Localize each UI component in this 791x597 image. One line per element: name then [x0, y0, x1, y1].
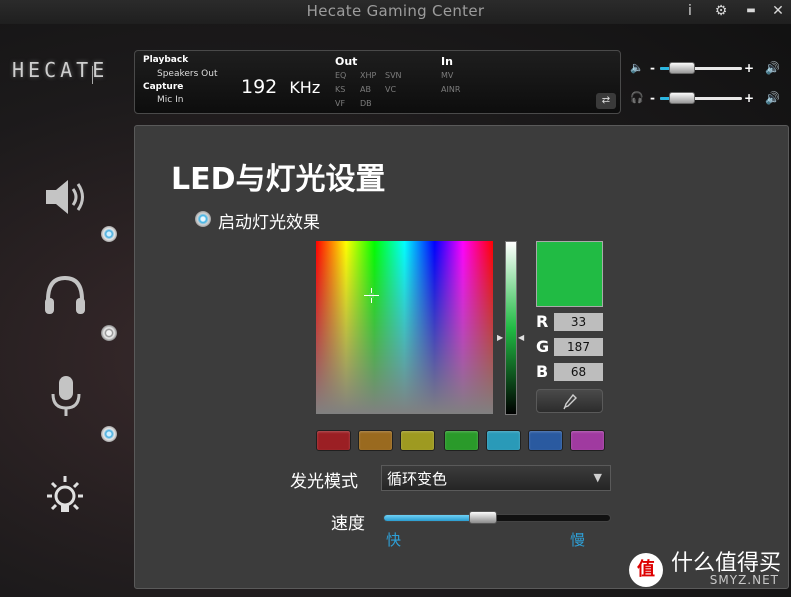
speaker-volume-plus[interactable]: +: [744, 60, 754, 76]
sample-rate-unit: KHz: [289, 78, 321, 97]
speed-slow-label: 慢: [570, 531, 586, 549]
out-title: Out: [335, 55, 358, 68]
close-button[interactable]: ✕: [769, 2, 787, 20]
speaker-icon: [46, 180, 84, 214]
preset-color-orange[interactable]: [358, 430, 393, 451]
out-tag-ab: AB: [360, 85, 371, 94]
green-value-field[interactable]: 187: [554, 338, 603, 356]
sample-rate-value: 192: [241, 76, 278, 98]
playback-label: Playback: [143, 55, 189, 65]
headphone-volume-thumb[interactable]: [669, 92, 696, 104]
luminance-left-arrow-icon: ▶: [497, 333, 504, 342]
headphone-volume-slider[interactable]: [660, 92, 742, 104]
speed-slider-thumb[interactable]: [469, 511, 498, 524]
luminance-right-arrow-icon: ◀: [518, 333, 525, 342]
capture-label: Capture: [143, 82, 184, 92]
speed-label: 速度: [331, 514, 365, 534]
watermark-site: SMYZ.NET: [709, 573, 779, 587]
out-tag-xhp: XHP: [360, 71, 377, 80]
lighting-mode-value: 循环变色: [387, 470, 448, 488]
logo-divider: [92, 66, 93, 84]
headphone-volume-row: 🎧 - + 🔊: [630, 90, 780, 106]
headphone-volume-minus[interactable]: -: [650, 90, 655, 106]
capture-device: Mic In: [157, 95, 184, 105]
color-spectrum-picker[interactable]: [316, 241, 493, 414]
lightbulb-icon: [47, 476, 83, 512]
eyedropper-button[interactable]: [536, 389, 603, 413]
sidebar-item-microphone[interactable]: [48, 374, 84, 420]
crosshair-icon[interactable]: [363, 287, 379, 303]
dropdown-arrow-icon: ▼: [593, 471, 602, 484]
blue-label: B: [536, 362, 549, 381]
headphone-icon: [45, 275, 85, 314]
enable-lighting-label: 启动灯光效果: [218, 213, 320, 233]
page-title: LED与灯光设置: [171, 162, 386, 197]
speed-slider[interactable]: [383, 511, 611, 524]
preset-color-red[interactable]: [316, 430, 351, 451]
luminance-slider[interactable]: [505, 241, 517, 415]
green-label: G: [536, 337, 550, 356]
speed-fast-label: 快: [386, 531, 402, 549]
app-window: Hecate Gaming Center i ⚙ ▬ ✕ HECATE Play…: [0, 0, 791, 597]
microphone-status-indicator: [101, 426, 117, 442]
out-tag-ks: KS: [335, 85, 346, 94]
speaker-volume-row: 🔈 - + 🔊: [630, 60, 780, 76]
in-tag-mv: MV: [441, 71, 454, 80]
watermark-logo: 值: [629, 553, 663, 587]
info-icon[interactable]: i: [681, 2, 699, 20]
sidebar-item-speaker[interactable]: [40, 172, 90, 222]
speaker-small-icon: 🔈: [630, 61, 644, 74]
sidebar-item-lighting[interactable]: [42, 474, 88, 520]
playback-device: Speakers Out: [157, 69, 218, 79]
lighting-mode-select[interactable]: 循环变色 ▼: [381, 465, 611, 491]
lighting-mode-label: 发光模式: [290, 472, 358, 492]
eyedropper-icon: [562, 393, 577, 410]
enable-lighting-radio[interactable]: [195, 211, 211, 227]
headphone-small-icon: 🎧: [630, 91, 644, 104]
window-title: Hecate Gaming Center: [306, 2, 485, 20]
headphone-loud-icon: 🔊: [765, 91, 780, 105]
headphone-volume-plus[interactable]: +: [744, 90, 754, 106]
in-tag-ainr: AINR: [441, 85, 461, 94]
preset-color-purple[interactable]: [570, 430, 605, 451]
preset-color-yellow[interactable]: [400, 430, 435, 451]
speaker-volume-slider[interactable]: [660, 62, 742, 74]
microphone-icon: [51, 376, 81, 416]
preset-color-blue[interactable]: [528, 430, 563, 451]
out-tag-db: DB: [360, 99, 372, 108]
speaker-status-indicator: [101, 226, 117, 242]
sample-rate: 192 KHz: [241, 76, 320, 98]
in-title: In: [441, 55, 453, 68]
preset-color-cyan[interactable]: [486, 430, 521, 451]
speaker-volume-minus[interactable]: -: [650, 60, 655, 76]
preset-color-green[interactable]: [444, 430, 479, 451]
red-value-field[interactable]: 33: [554, 313, 603, 331]
headphone-status-indicator: [101, 325, 117, 341]
title-bar: Hecate Gaming Center i ⚙ ▬ ✕: [0, 0, 791, 24]
swap-button[interactable]: ⇄: [596, 93, 616, 109]
out-tag-vf: VF: [335, 99, 346, 108]
led-settings-panel: LED与灯光设置 启动灯光效果 ▶ ◀ R 33 G 187 B 68 发光模式…: [134, 125, 789, 589]
minimize-button[interactable]: ▬: [742, 2, 760, 20]
blue-value-field[interactable]: 68: [554, 363, 603, 381]
brand-logo: HECATE: [12, 58, 109, 82]
out-tag-vc: VC: [385, 85, 397, 94]
out-tag-svn: SVN: [385, 71, 402, 80]
status-panel: Playback Speakers Out Capture Mic In 192…: [134, 50, 621, 114]
sidebar-item-headphone[interactable]: [42, 272, 88, 318]
red-label: R: [536, 312, 549, 331]
out-tag-eq: EQ: [335, 71, 347, 80]
speaker-loud-icon: 🔊: [765, 61, 780, 75]
settings-icon[interactable]: ⚙: [712, 2, 730, 20]
speaker-volume-thumb[interactable]: [669, 62, 696, 74]
color-preview-swatch: [536, 241, 603, 307]
